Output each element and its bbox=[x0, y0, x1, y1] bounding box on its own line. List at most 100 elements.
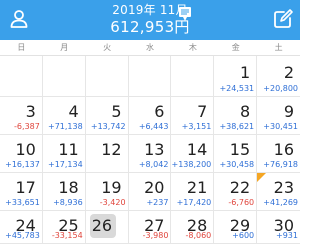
day-number: 17 bbox=[15, 178, 36, 197]
day-amount: -8,060 bbox=[185, 231, 212, 240]
flag-marker-icon bbox=[257, 173, 267, 182]
day-number: 26 bbox=[91, 216, 113, 235]
day-number: 11 bbox=[58, 140, 79, 159]
day-cell[interactable]: 7 +3,151 bbox=[171, 97, 215, 135]
day-number: 21 bbox=[186, 178, 208, 197]
day-cell[interactable]: 1 +24,531 bbox=[214, 56, 258, 97]
day-amount: +41,269 bbox=[263, 198, 298, 207]
total-amount: 612,953円 bbox=[110, 18, 190, 36]
day-cell[interactable]: 9 +30,451 bbox=[257, 97, 300, 135]
day-amount: +3,151 bbox=[181, 122, 212, 131]
weekday-mon: 月 bbox=[60, 43, 69, 52]
day-amount: +30,458 bbox=[219, 160, 255, 169]
weekday-tue: 火 bbox=[103, 43, 112, 52]
day-number: 22 bbox=[229, 178, 251, 197]
day-amount: +17,134 bbox=[48, 160, 83, 169]
day-amount: +20,800 bbox=[263, 84, 298, 93]
day-number: 5 bbox=[111, 102, 122, 121]
calendar-grid: 1 +24,531 2 +20,800 3 -6,387 4 +71,138 5 +13,742 6… bbox=[0, 56, 300, 244]
day-amount: +71,138 bbox=[48, 122, 83, 131]
weekday-sat: 土 bbox=[274, 43, 283, 52]
day-number: 15 bbox=[229, 140, 251, 159]
day-number: 16 bbox=[273, 140, 294, 159]
day-number: 20 bbox=[144, 178, 165, 197]
weekday-sun: 日 bbox=[17, 43, 26, 52]
day-cell[interactable]: 25 -33,154 bbox=[42, 211, 86, 244]
day-amount: +138,200 bbox=[171, 160, 212, 169]
day-number: 8 bbox=[239, 102, 251, 121]
month-summary[interactable]: 2019年 11月 612,953円 bbox=[0, 3, 300, 39]
day-amount: +8,042 bbox=[138, 160, 169, 169]
day-cell[interactable]: 28 -8,060 bbox=[171, 211, 215, 244]
day-number: 3 bbox=[25, 102, 36, 121]
day-cell[interactable]: 20 +237 bbox=[128, 173, 172, 211]
day-number: 4 bbox=[68, 102, 79, 121]
day-number: 19 bbox=[101, 178, 122, 197]
day-cell[interactable]: 13 +8,042 bbox=[128, 135, 172, 173]
empty-cell bbox=[171, 56, 215, 97]
day-amount: +931 bbox=[276, 231, 298, 240]
edit-icon[interactable] bbox=[272, 8, 294, 30]
day-cell[interactable]: 16 +76,918 bbox=[257, 135, 300, 173]
day-number: 18 bbox=[58, 178, 79, 197]
empty-cell bbox=[42, 56, 86, 97]
day-cell[interactable]: 15 +30,458 bbox=[214, 135, 258, 173]
day-amount: +6,443 bbox=[138, 122, 169, 131]
day-cell[interactable]: 8 +38,621 bbox=[214, 97, 258, 135]
day-cell[interactable]: 21 +17,420 bbox=[171, 173, 215, 211]
weekday-thu: 木 bbox=[188, 43, 197, 52]
day-amount: +17,420 bbox=[176, 198, 212, 207]
day-amount: +13,742 bbox=[90, 122, 126, 131]
day-number: 9 bbox=[283, 102, 294, 121]
day-cell[interactable]: 17 +33,651 bbox=[0, 173, 43, 211]
day-amount: +76,918 bbox=[263, 160, 298, 169]
weekday-fri: 金 bbox=[231, 43, 240, 52]
day-amount: -3,980 bbox=[142, 231, 169, 240]
day-amount: +24,531 bbox=[219, 84, 255, 93]
day-cell[interactable]: 4 +71,138 bbox=[42, 97, 86, 135]
day-cell[interactable]: 11 +17,134 bbox=[42, 135, 86, 173]
day-number: 12 bbox=[101, 140, 122, 159]
day-cell[interactable]: 3 -6,387 bbox=[0, 97, 43, 135]
day-amount: -6,760 bbox=[228, 198, 255, 207]
day-amount: +237 bbox=[146, 198, 169, 207]
day-number: 1 bbox=[239, 63, 251, 82]
day-amount: -3,420 bbox=[99, 198, 126, 207]
day-cell[interactable]: 10 +16,137 bbox=[0, 135, 43, 173]
day-amount: -6,387 bbox=[14, 122, 40, 131]
weekday-row: 日 月 火 水 木 金 土 bbox=[0, 40, 300, 56]
chat-icon[interactable] bbox=[178, 6, 192, 23]
day-amount: +45,783 bbox=[5, 231, 40, 240]
day-cell[interactable]: 2 +20,800 bbox=[257, 56, 300, 97]
day-amount: +8,936 bbox=[53, 198, 83, 207]
calendar-header: 2019年 11月 612,953円 bbox=[0, 0, 300, 40]
day-cell[interactable]: 6 +6,443 bbox=[128, 97, 172, 135]
day-number: 6 bbox=[154, 102, 165, 121]
day-cell[interactable]: 27 -3,980 bbox=[128, 211, 172, 244]
day-cell[interactable]: 18 +8,936 bbox=[42, 173, 86, 211]
day-cell[interactable]: 23 +41,269 bbox=[257, 173, 300, 211]
day-cell[interactable]: 19 -3,420 bbox=[85, 173, 129, 211]
day-amount: +38,621 bbox=[219, 122, 255, 131]
weekday-wed: 水 bbox=[145, 43, 154, 52]
day-number: 14 bbox=[186, 140, 208, 159]
empty-cell bbox=[0, 56, 43, 97]
day-number: 23 bbox=[273, 178, 294, 197]
day-cell[interactable]: 14 +138,200 bbox=[171, 135, 215, 173]
day-amount: -33,154 bbox=[51, 231, 83, 240]
day-cell[interactable]: 26 bbox=[85, 211, 129, 244]
day-cell[interactable]: 12 bbox=[85, 135, 129, 173]
empty-cell bbox=[128, 56, 172, 97]
empty-cell bbox=[85, 56, 129, 97]
month-title: 2019年 11月 bbox=[112, 3, 188, 17]
day-amount: +30,451 bbox=[263, 122, 298, 131]
day-number: 13 bbox=[144, 140, 165, 159]
day-number: 10 bbox=[15, 140, 36, 159]
day-cell[interactable]: 30 +931 bbox=[257, 211, 300, 244]
day-cell[interactable]: 5 +13,742 bbox=[85, 97, 129, 135]
day-cell[interactable]: 22 -6,760 bbox=[214, 173, 258, 211]
day-cell[interactable]: 29 +600 bbox=[214, 211, 258, 244]
day-amount: +33,651 bbox=[5, 198, 40, 207]
day-cell[interactable]: 24 +45,783 bbox=[0, 211, 43, 244]
day-amount: +16,137 bbox=[5, 160, 40, 169]
